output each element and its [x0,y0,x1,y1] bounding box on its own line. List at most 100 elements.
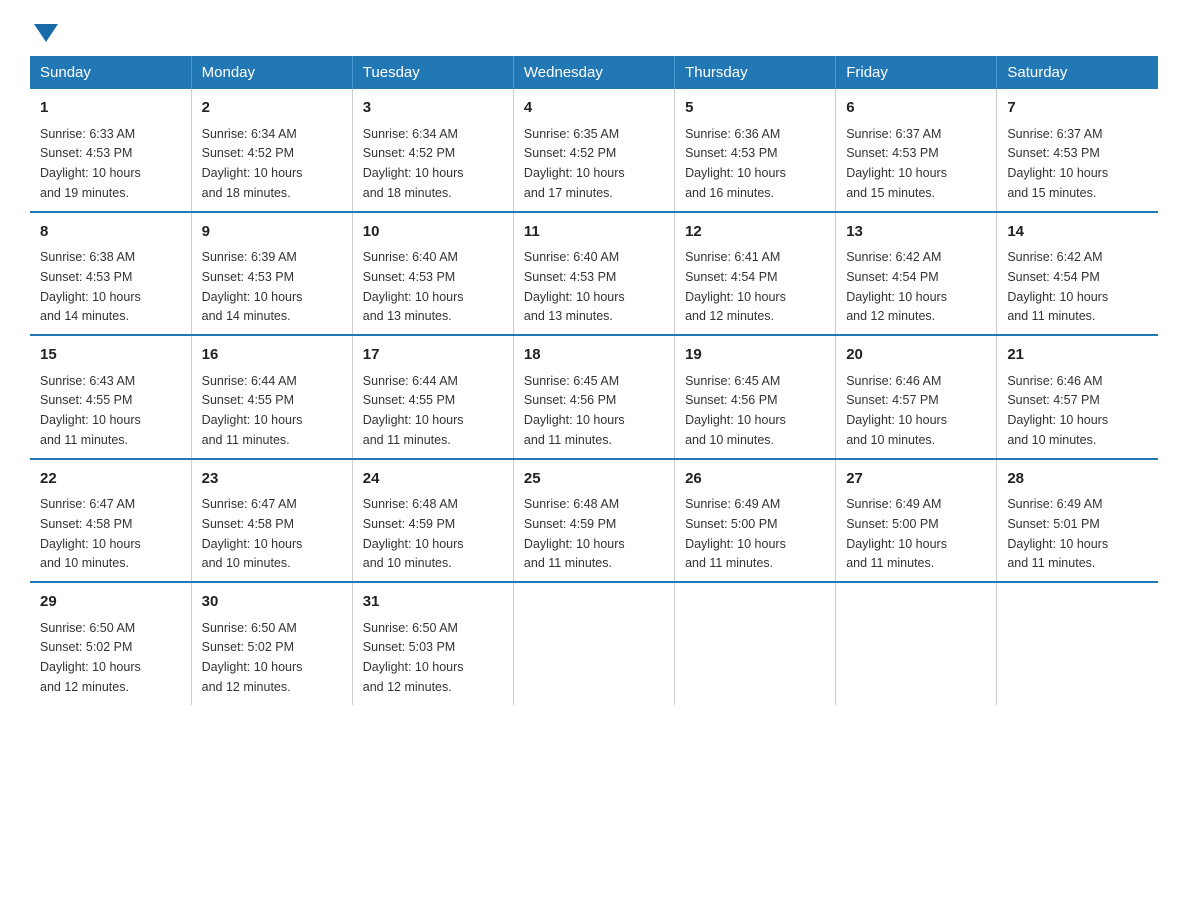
header-saturday: Saturday [997,56,1158,89]
calendar-cell: 18 Sunrise: 6:45 AMSunset: 4:56 PMDaylig… [513,335,674,459]
header-wednesday: Wednesday [513,56,674,89]
calendar-table: SundayMondayTuesdayWednesdayThursdayFrid… [30,56,1158,705]
calendar-cell: 8 Sunrise: 6:38 AMSunset: 4:53 PMDayligh… [30,212,191,336]
calendar-cell: 7 Sunrise: 6:37 AMSunset: 4:53 PMDayligh… [997,89,1158,212]
calendar-cell: 20 Sunrise: 6:46 AMSunset: 4:57 PMDaylig… [836,335,997,459]
day-info: Sunrise: 6:45 AMSunset: 4:56 PMDaylight:… [685,374,786,447]
day-number: 19 [685,344,825,367]
day-number: 5 [685,97,825,120]
calendar-cell [836,582,997,705]
calendar-week-3: 15 Sunrise: 6:43 AMSunset: 4:55 PMDaylig… [30,335,1158,459]
calendar-cell: 28 Sunrise: 6:49 AMSunset: 5:01 PMDaylig… [997,459,1158,583]
calendar-cell: 17 Sunrise: 6:44 AMSunset: 4:55 PMDaylig… [352,335,513,459]
calendar-cell: 30 Sunrise: 6:50 AMSunset: 5:02 PMDaylig… [191,582,352,705]
day-number: 21 [1007,344,1148,367]
logo-triangle-icon [34,24,58,42]
day-number: 29 [40,591,181,614]
day-info: Sunrise: 6:48 AMSunset: 4:59 PMDaylight:… [363,497,464,570]
calendar-cell [997,582,1158,705]
calendar-cell: 10 Sunrise: 6:40 AMSunset: 4:53 PMDaylig… [352,212,513,336]
day-info: Sunrise: 6:46 AMSunset: 4:57 PMDaylight:… [1007,374,1108,447]
day-number: 26 [685,468,825,491]
calendar-cell: 15 Sunrise: 6:43 AMSunset: 4:55 PMDaylig… [30,335,191,459]
day-number: 31 [363,591,503,614]
header-tuesday: Tuesday [352,56,513,89]
calendar-cell: 16 Sunrise: 6:44 AMSunset: 4:55 PMDaylig… [191,335,352,459]
page-header [30,20,1158,40]
calendar-cell: 14 Sunrise: 6:42 AMSunset: 4:54 PMDaylig… [997,212,1158,336]
day-number: 20 [846,344,986,367]
day-info: Sunrise: 6:41 AMSunset: 4:54 PMDaylight:… [685,250,786,323]
day-info: Sunrise: 6:48 AMSunset: 4:59 PMDaylight:… [524,497,625,570]
day-info: Sunrise: 6:47 AMSunset: 4:58 PMDaylight:… [202,497,303,570]
day-number: 15 [40,344,181,367]
calendar-cell: 9 Sunrise: 6:39 AMSunset: 4:53 PMDayligh… [191,212,352,336]
calendar-cell: 27 Sunrise: 6:49 AMSunset: 5:00 PMDaylig… [836,459,997,583]
day-info: Sunrise: 6:37 AMSunset: 4:53 PMDaylight:… [1007,127,1108,200]
calendar-cell: 24 Sunrise: 6:48 AMSunset: 4:59 PMDaylig… [352,459,513,583]
header-sunday: Sunday [30,56,191,89]
day-info: Sunrise: 6:42 AMSunset: 4:54 PMDaylight:… [846,250,947,323]
calendar-week-1: 1 Sunrise: 6:33 AMSunset: 4:53 PMDayligh… [30,89,1158,212]
day-info: Sunrise: 6:44 AMSunset: 4:55 PMDaylight:… [363,374,464,447]
calendar-cell: 12 Sunrise: 6:41 AMSunset: 4:54 PMDaylig… [675,212,836,336]
day-number: 30 [202,591,342,614]
day-number: 2 [202,97,342,120]
day-info: Sunrise: 6:34 AMSunset: 4:52 PMDaylight:… [202,127,303,200]
calendar-cell: 21 Sunrise: 6:46 AMSunset: 4:57 PMDaylig… [997,335,1158,459]
calendar-cell [675,582,836,705]
day-info: Sunrise: 6:37 AMSunset: 4:53 PMDaylight:… [846,127,947,200]
day-number: 12 [685,221,825,244]
day-number: 27 [846,468,986,491]
day-info: Sunrise: 6:35 AMSunset: 4:52 PMDaylight:… [524,127,625,200]
day-number: 14 [1007,221,1148,244]
calendar-cell: 26 Sunrise: 6:49 AMSunset: 5:00 PMDaylig… [675,459,836,583]
day-info: Sunrise: 6:44 AMSunset: 4:55 PMDaylight:… [202,374,303,447]
day-number: 24 [363,468,503,491]
day-info: Sunrise: 6:36 AMSunset: 4:53 PMDaylight:… [685,127,786,200]
calendar-cell: 22 Sunrise: 6:47 AMSunset: 4:58 PMDaylig… [30,459,191,583]
day-info: Sunrise: 6:49 AMSunset: 5:00 PMDaylight:… [846,497,947,570]
day-number: 11 [524,221,664,244]
calendar-cell: 2 Sunrise: 6:34 AMSunset: 4:52 PMDayligh… [191,89,352,212]
day-number: 6 [846,97,986,120]
day-info: Sunrise: 6:45 AMSunset: 4:56 PMDaylight:… [524,374,625,447]
day-number: 10 [363,221,503,244]
day-number: 8 [40,221,181,244]
calendar-cell: 29 Sunrise: 6:50 AMSunset: 5:02 PMDaylig… [30,582,191,705]
day-number: 25 [524,468,664,491]
calendar-cell [513,582,674,705]
calendar-cell: 1 Sunrise: 6:33 AMSunset: 4:53 PMDayligh… [30,89,191,212]
calendar-week-2: 8 Sunrise: 6:38 AMSunset: 4:53 PMDayligh… [30,212,1158,336]
day-number: 13 [846,221,986,244]
header-monday: Monday [191,56,352,89]
logo [30,20,58,40]
day-number: 23 [202,468,342,491]
day-info: Sunrise: 6:50 AMSunset: 5:02 PMDaylight:… [40,621,141,694]
day-info: Sunrise: 6:50 AMSunset: 5:03 PMDaylight:… [363,621,464,694]
day-info: Sunrise: 6:38 AMSunset: 4:53 PMDaylight:… [40,250,141,323]
header-friday: Friday [836,56,997,89]
calendar-cell: 25 Sunrise: 6:48 AMSunset: 4:59 PMDaylig… [513,459,674,583]
calendar-cell: 5 Sunrise: 6:36 AMSunset: 4:53 PMDayligh… [675,89,836,212]
day-number: 4 [524,97,664,120]
day-number: 18 [524,344,664,367]
calendar-cell: 23 Sunrise: 6:47 AMSunset: 4:58 PMDaylig… [191,459,352,583]
calendar-cell: 4 Sunrise: 6:35 AMSunset: 4:52 PMDayligh… [513,89,674,212]
calendar-cell: 19 Sunrise: 6:45 AMSunset: 4:56 PMDaylig… [675,335,836,459]
day-info: Sunrise: 6:42 AMSunset: 4:54 PMDaylight:… [1007,250,1108,323]
day-info: Sunrise: 6:33 AMSunset: 4:53 PMDaylight:… [40,127,141,200]
day-info: Sunrise: 6:39 AMSunset: 4:53 PMDaylight:… [202,250,303,323]
day-number: 16 [202,344,342,367]
day-info: Sunrise: 6:40 AMSunset: 4:53 PMDaylight:… [524,250,625,323]
calendar-cell: 13 Sunrise: 6:42 AMSunset: 4:54 PMDaylig… [836,212,997,336]
calendar-week-5: 29 Sunrise: 6:50 AMSunset: 5:02 PMDaylig… [30,582,1158,705]
day-info: Sunrise: 6:40 AMSunset: 4:53 PMDaylight:… [363,250,464,323]
calendar-week-4: 22 Sunrise: 6:47 AMSunset: 4:58 PMDaylig… [30,459,1158,583]
calendar-header-row: SundayMondayTuesdayWednesdayThursdayFrid… [30,56,1158,89]
day-number: 1 [40,97,181,120]
day-number: 28 [1007,468,1148,491]
calendar-cell: 31 Sunrise: 6:50 AMSunset: 5:03 PMDaylig… [352,582,513,705]
day-info: Sunrise: 6:34 AMSunset: 4:52 PMDaylight:… [363,127,464,200]
day-info: Sunrise: 6:49 AMSunset: 5:01 PMDaylight:… [1007,497,1108,570]
